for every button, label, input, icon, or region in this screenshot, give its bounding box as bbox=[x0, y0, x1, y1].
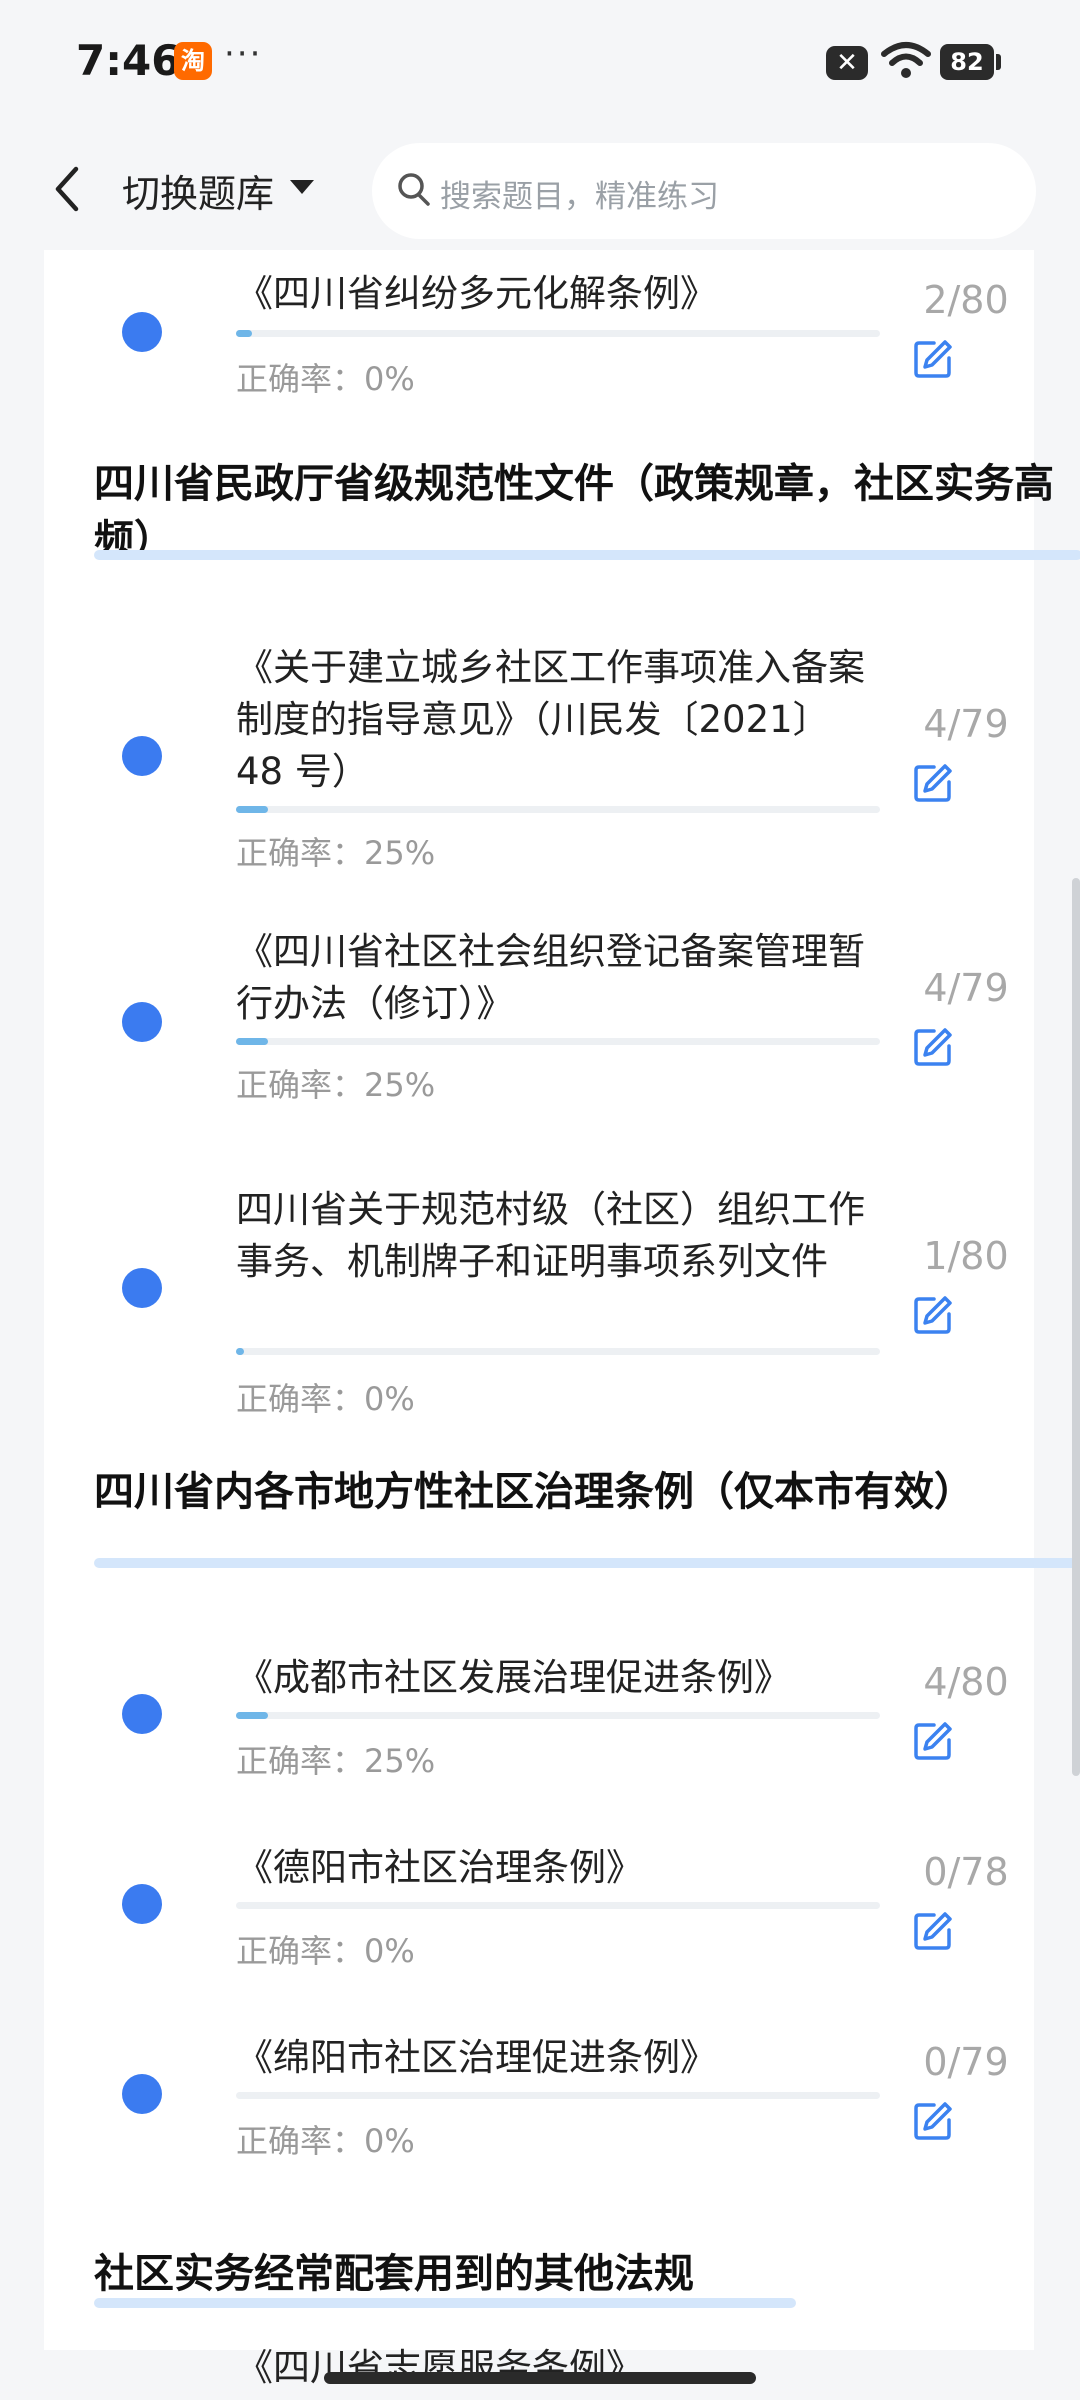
caret-down-icon[interactable] bbox=[288, 177, 316, 197]
edit-icon[interactable] bbox=[912, 762, 954, 804]
accuracy-text: 正确率：25% bbox=[236, 1742, 436, 1780]
battery-tip bbox=[996, 54, 1001, 70]
home-indicator[interactable] bbox=[324, 2372, 756, 2384]
progress-count: 4/80 bbox=[923, 1660, 1009, 1704]
taobao-app-icon: 淘 bbox=[174, 42, 212, 80]
progress-bar bbox=[236, 1712, 880, 1719]
progress-bar bbox=[236, 1902, 880, 1909]
edit-icon[interactable] bbox=[912, 2100, 954, 2142]
search-icon bbox=[398, 173, 430, 206]
list-item[interactable]: 《四川省纠纷多元化解条例》 2/80 正确率：0% bbox=[44, 250, 1034, 420]
item-title: 《成都市社区发展治理促进条例》 bbox=[236, 1656, 791, 1699]
progress-count: 4/79 bbox=[923, 702, 1009, 746]
accuracy-text: 正确率：0% bbox=[236, 1380, 415, 1418]
progress-count: 4/79 bbox=[923, 966, 1009, 1010]
progress-bar bbox=[236, 2092, 880, 2099]
close-badge-icon: ✕ bbox=[826, 46, 868, 80]
status-dot bbox=[122, 1884, 162, 1924]
accuracy-text: 正确率：25% bbox=[236, 834, 436, 872]
battery-icon: 82 bbox=[940, 44, 994, 80]
status-dot bbox=[122, 1268, 162, 1308]
edit-icon[interactable] bbox=[912, 1910, 954, 1952]
section-underline bbox=[94, 1558, 1080, 1568]
question-bank-list: 《四川省纠纷多元化解条例》 2/80 正确率：0% 四川省民政厅省级规范性文件（… bbox=[44, 250, 1080, 2389]
status-dot bbox=[122, 1694, 162, 1734]
list-item[interactable]: 《绵阳市社区治理促进条例》 0/79 正确率：0% bbox=[44, 2020, 1034, 2200]
section-underline bbox=[94, 2298, 796, 2308]
search-placeholder: 搜索题目，精准练习 bbox=[440, 179, 719, 215]
progress-count: 1/80 bbox=[923, 1234, 1009, 1278]
progress-fill bbox=[236, 806, 269, 813]
edit-icon[interactable] bbox=[912, 1720, 954, 1762]
accuracy-text: 正确率：25% bbox=[236, 1066, 436, 1104]
accuracy-text: 正确率：0% bbox=[236, 2122, 415, 2160]
progress-bar bbox=[236, 806, 880, 813]
status-dot bbox=[122, 736, 162, 776]
status-dot bbox=[122, 312, 162, 352]
top-nav-bar: 切换题库 搜索题目，精准练习 bbox=[0, 125, 1080, 250]
list-item[interactable]: 《成都市社区发展治理促进条例》 4/80 正确率：25% bbox=[44, 1640, 1034, 1820]
progress-fill bbox=[236, 1712, 269, 1719]
status-dot bbox=[122, 2074, 162, 2114]
list-item[interactable]: 四川省关于规范村级（社区）组织工作事务、机制牌子和证明事项系列文件 1/80 正… bbox=[44, 1172, 1034, 1418]
item-title: 《绵阳市社区治理促进条例》 bbox=[236, 2036, 717, 2079]
more-notifications-icon: ··· bbox=[224, 34, 263, 74]
back-arrow-icon[interactable] bbox=[46, 159, 86, 219]
progress-count: 2/80 bbox=[923, 278, 1009, 322]
accuracy-text: 正确率：0% bbox=[236, 360, 415, 398]
status-bar: 7:46 淘 ··· ✕ 82 bbox=[0, 0, 1080, 125]
status-dot bbox=[122, 1002, 162, 1042]
progress-bar bbox=[236, 330, 880, 337]
list-item[interactable]: 《德阳市社区治理条例》 0/78 正确率：0% bbox=[44, 1830, 1034, 2010]
item-title: 《四川省社区社会组织登记备案管理暂行办法（修订）》 bbox=[236, 930, 865, 1025]
section-title: 四川省内各市地方性社区治理条例（仅本市有效） bbox=[94, 1469, 974, 1515]
search-input[interactable]: 搜索题目，精准练习 bbox=[372, 143, 1036, 239]
progress-fill bbox=[236, 330, 253, 337]
item-title: 《德阳市社区治理条例》 bbox=[236, 1846, 643, 1889]
wifi-icon bbox=[881, 42, 931, 78]
section-title: 社区实务经常配套用到的其他法规 bbox=[94, 2251, 694, 2297]
edit-icon[interactable] bbox=[912, 1026, 954, 1068]
switch-bank-button[interactable]: 切换题库 bbox=[122, 163, 274, 218]
progress-bar bbox=[236, 1038, 880, 1045]
list-item[interactable]: 《关于建立城乡社区工作事项准入备案制度的指导意见》（川民发〔2021〕48 号）… bbox=[44, 630, 1034, 872]
progress-bar bbox=[236, 1348, 880, 1355]
item-title: 四川省关于规范村级（社区）组织工作事务、机制牌子和证明事项系列文件 bbox=[236, 1188, 865, 1283]
progress-count: 0/79 bbox=[923, 2040, 1009, 2084]
progress-fill bbox=[236, 1348, 245, 1355]
status-time: 7:46 bbox=[76, 36, 181, 85]
progress-fill bbox=[236, 1038, 269, 1045]
edit-icon[interactable] bbox=[912, 338, 954, 380]
progress-count: 0/78 bbox=[923, 1850, 1009, 1894]
accuracy-text: 正确率：0% bbox=[236, 1932, 415, 1970]
edit-icon[interactable] bbox=[912, 1294, 954, 1336]
list-item[interactable]: 《四川省社区社会组织登记备案管理暂行办法（修订）》 4/79 正确率：25% bbox=[44, 914, 1034, 1114]
item-title: 《四川省纠纷多元化解条例》 bbox=[236, 272, 717, 315]
section-underline bbox=[94, 550, 1080, 560]
item-title: 《关于建立城乡社区工作事项准入备案制度的指导意见》（川民发〔2021〕48 号） bbox=[236, 646, 865, 793]
scrollbar[interactable] bbox=[1072, 878, 1080, 1776]
